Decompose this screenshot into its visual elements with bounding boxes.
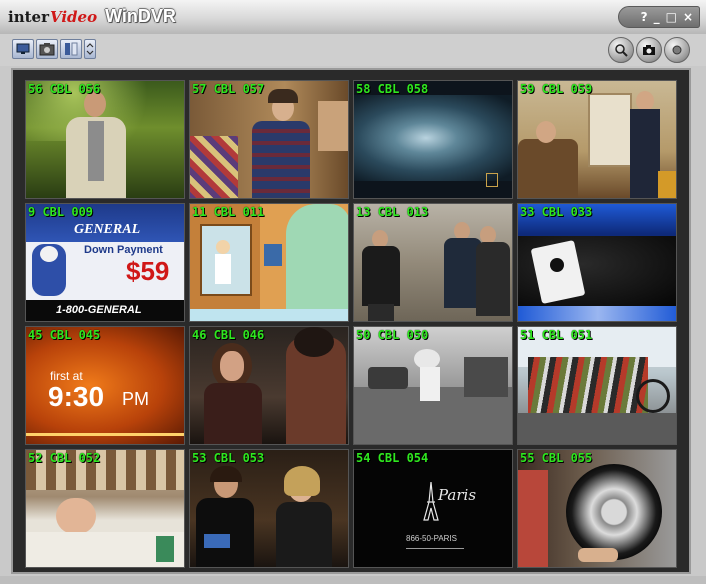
video-frame: [518, 450, 676, 567]
minimize-button[interactable]: _: [654, 10, 660, 24]
channel-tile[interactable]: 11 CBL 011: [189, 203, 349, 322]
channel-label: 33 CBL 033: [520, 205, 593, 219]
maximize-button[interactable]: □: [666, 10, 677, 24]
channel-tile[interactable]: 57 CBL 057: [189, 80, 349, 199]
camera-icon[interactable]: [36, 39, 58, 59]
promo-time: 9:30: [48, 381, 105, 412]
monitor-icon[interactable]: [12, 39, 34, 59]
channel-tile[interactable]: 58 CBL 058: [353, 80, 513, 199]
video-frame: [354, 81, 512, 198]
panel-icon[interactable]: [60, 39, 82, 59]
video-frame: [354, 204, 512, 321]
video-frame: Paris 866-50-PARIS: [354, 450, 512, 567]
video-frame: GENERAL Down Payment $59 1-800-GENERAL: [26, 204, 184, 321]
channel-label: 51 CBL 051: [520, 328, 593, 342]
ad-price: $59: [126, 256, 170, 286]
video-frame: [518, 204, 676, 321]
channel-label: 13 CBL 013: [356, 205, 429, 219]
channel-tile[interactable]: 55 CBL 055: [517, 449, 677, 568]
app-title: WinDVR: [105, 6, 176, 26]
title-bar: inter Video WinDVR ? _ □ ×: [0, 0, 706, 35]
channel-tile[interactable]: Paris 866-50-PARIS 54 CBL 054: [353, 449, 513, 568]
channel-tile[interactable]: 13 CBL 013: [353, 203, 513, 322]
paris-phone: 866-50-PARIS: [406, 534, 457, 543]
video-frame: [190, 204, 348, 321]
channel-tile[interactable]: 46 CBL 046: [189, 326, 349, 445]
channel-tile[interactable]: 56 CBL 056: [25, 80, 185, 199]
channel-grid: 56 CBL 056 57 CBL 057 58 CBL 058 59 CBL …: [25, 80, 677, 568]
status-strip: [0, 576, 706, 584]
record-icon[interactable]: [664, 37, 690, 63]
video-frame: [518, 81, 676, 198]
channel-tile[interactable]: 33 CBL 033: [517, 203, 677, 322]
close-button[interactable]: ×: [683, 10, 693, 24]
zoom-icon[interactable]: [608, 37, 634, 63]
video-frame: [518, 327, 676, 444]
channel-label: 46 CBL 046: [192, 328, 265, 342]
channel-label: 57 CBL 057: [192, 82, 265, 96]
video-frame: [190, 81, 348, 198]
channel-label: 54 CBL 054: [356, 451, 429, 465]
intervideo-logo: inter Video WinDVR: [8, 6, 176, 28]
video-frame: [26, 81, 184, 198]
promo-pm: PM: [122, 389, 149, 409]
channel-tile[interactable]: 50 CBL 050: [353, 326, 513, 445]
channel-label: 11 CBL 011: [192, 205, 265, 219]
channel-tile[interactable]: first at 9:30 PM 45 CBL 045: [25, 326, 185, 445]
channel-label: 52 CBL 052: [28, 451, 101, 465]
ad-phone: 1-800-GENERAL: [56, 304, 142, 316]
ad-brand-text: GENERAL: [74, 222, 141, 237]
view-mode-buttons: [12, 39, 98, 61]
help-button[interactable]: ?: [641, 10, 648, 24]
channel-tile[interactable]: 52 CBL 052: [25, 449, 185, 568]
channel-tile[interactable]: 59 CBL 059: [517, 80, 677, 199]
video-grid-frame: 56 CBL 056 57 CBL 057 58 CBL 058 59 CBL …: [11, 68, 691, 574]
channel-label: 9 CBL 009: [28, 205, 94, 219]
channel-tile[interactable]: GENERAL Down Payment $59 1-800-GENERAL 9…: [25, 203, 185, 322]
video-frame: [190, 327, 348, 444]
video-frame: [354, 327, 512, 444]
logo-video-text: Video: [49, 8, 98, 26]
channel-tile[interactable]: 51 CBL 051: [517, 326, 677, 445]
snapshot-icon[interactable]: [636, 37, 662, 63]
channel-label: 53 CBL 053: [192, 451, 265, 465]
channel-label: 50 CBL 050: [356, 328, 429, 342]
paris-logo-text: Paris: [438, 486, 477, 504]
ad-down-payment: Down Payment: [84, 244, 163, 256]
channel-label: 45 CBL 045: [28, 328, 101, 342]
toolbar: [0, 34, 706, 66]
video-frame: [26, 450, 184, 567]
channel-tile[interactable]: 53 CBL 053: [189, 449, 349, 568]
channel-label: 56 CBL 056: [28, 82, 101, 96]
window-controls: ? _ □ ×: [618, 6, 700, 28]
video-frame: [190, 450, 348, 567]
channel-label: 55 CBL 055: [520, 451, 593, 465]
logo-inter-text: inter: [8, 8, 49, 26]
arrow-icon[interactable]: [84, 39, 96, 59]
channel-label: 59 CBL 059: [520, 82, 593, 96]
channel-label: 58 CBL 058: [356, 82, 429, 96]
video-frame: first at 9:30 PM: [26, 327, 184, 444]
